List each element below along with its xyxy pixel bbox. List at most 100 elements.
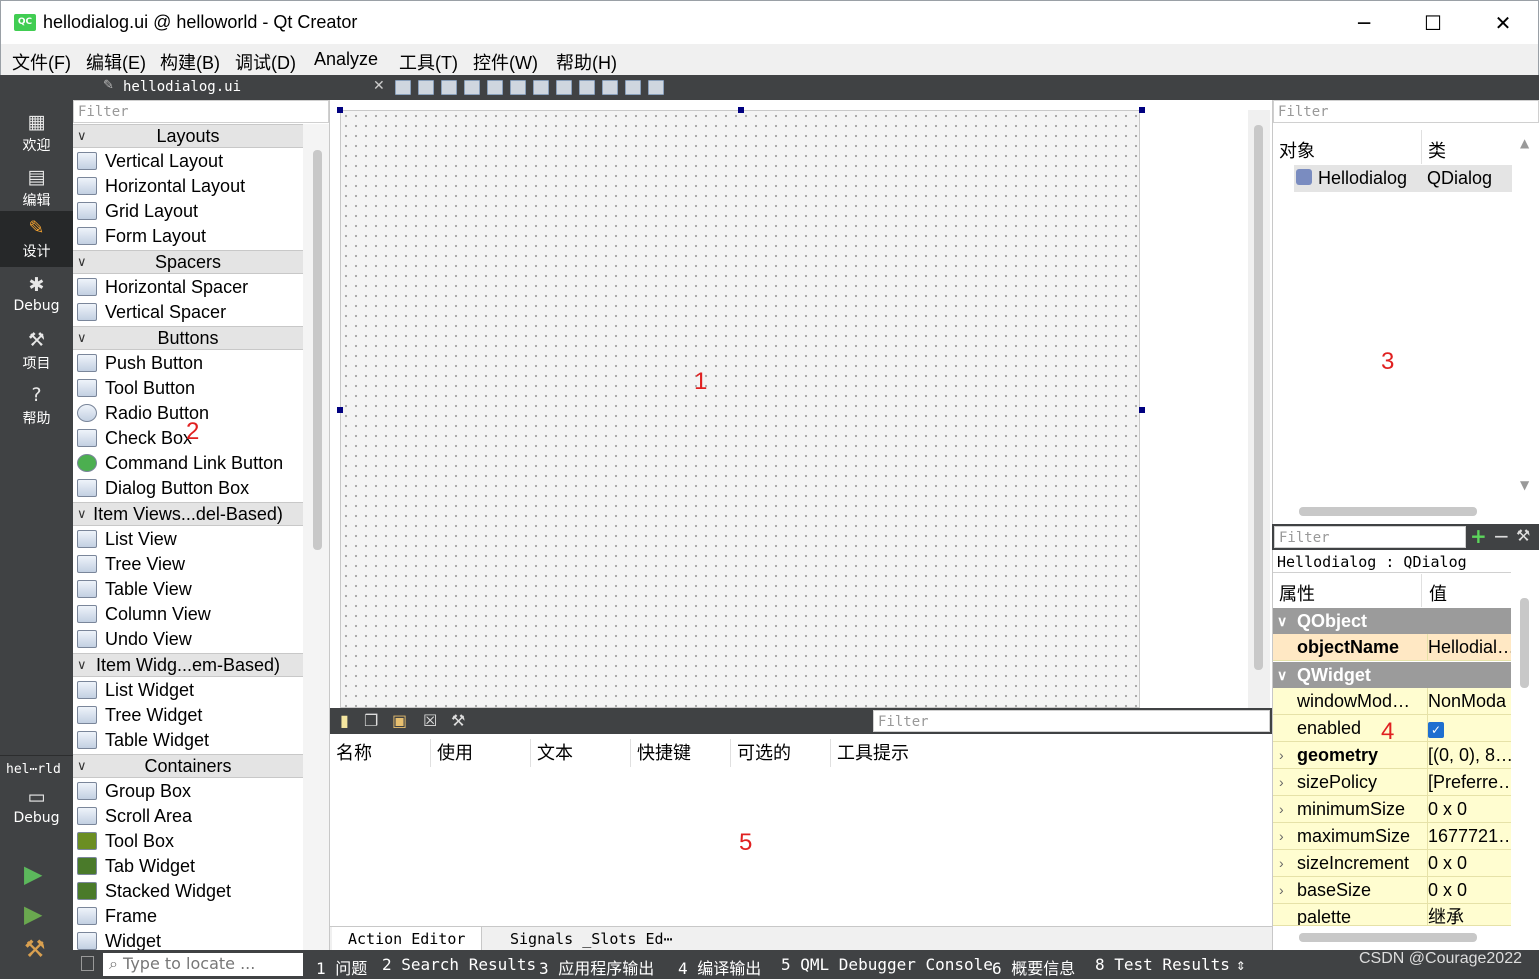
category-containers[interactable]: ∨ Containers [73, 754, 303, 778]
layout-splitter-v-icon[interactable] [556, 80, 572, 95]
column-header[interactable]: 快捷键 [630, 739, 691, 767]
property-row[interactable]: › sizePolicy [Preferre… [1273, 769, 1511, 796]
kit-selector[interactable]: ▭ Debug [0, 780, 73, 836]
layout-splitter-h-icon[interactable] [533, 80, 549, 95]
object-row[interactable]: Hellodialog QDialog [1294, 165, 1512, 192]
scroll-up-icon[interactable]: ▲ [1520, 136, 1529, 150]
pane-test-results[interactable]: 8 Test Results [1095, 955, 1230, 974]
property-hscrollbar[interactable] [1299, 933, 1477, 942]
layout-form-icon[interactable] [579, 80, 595, 95]
adjust-size-icon[interactable] [648, 80, 664, 95]
category-spacers[interactable]: ∨ Spacers [73, 250, 303, 274]
mode-debug[interactable]: ✱ Debug [0, 268, 73, 324]
menu-analyze[interactable]: Analyze [314, 49, 378, 70]
pane-app-output[interactable]: 3 应用程序输出 [539, 955, 654, 979]
action-filter-input[interactable]: Filter [873, 710, 1270, 732]
column-header-object[interactable]: 对象 [1279, 137, 1315, 163]
widget-item[interactable]: Tool Box [77, 829, 174, 854]
column-header[interactable]: 文本 [530, 739, 573, 767]
minimize-button[interactable]: ─ [1329, 1, 1399, 45]
chevron-right-icon[interactable]: › [1279, 796, 1284, 822]
widget-item[interactable]: Table View [77, 577, 192, 602]
form-scrollbar[interactable] [1254, 125, 1263, 670]
enabled-checkbox[interactable]: ✓ [1428, 722, 1444, 738]
category-buttons[interactable]: ∨ Buttons [73, 326, 303, 350]
column-header-value[interactable]: 值 [1429, 580, 1447, 606]
menu-tools[interactable]: 工具(T) [399, 49, 458, 75]
property-row[interactable]: windowMod… NonModa [1273, 688, 1511, 715]
widget-item[interactable]: List Widget [77, 678, 194, 703]
column-header[interactable]: 名称 [330, 739, 372, 767]
widget-item[interactable]: Check Box [77, 426, 192, 451]
edit-signals-icon[interactable] [418, 80, 434, 95]
tab-action-editor[interactable]: Action Editor [332, 927, 483, 951]
widget-item[interactable]: Horizontal Layout [77, 174, 245, 199]
widget-item[interactable]: Tab Widget [77, 854, 195, 879]
widget-item[interactable]: Horizontal Spacer [77, 275, 248, 300]
mode-help[interactable]: ? 帮助 [0, 378, 73, 434]
configure-icon[interactable]: ⚒ [451, 711, 465, 730]
column-header[interactable]: 使用 [430, 739, 473, 767]
resize-handle[interactable] [1139, 407, 1145, 413]
column-header-property[interactable]: 属性 [1279, 580, 1315, 606]
category-item-views[interactable]: ∨ Item Views...del-Based) [73, 502, 303, 526]
new-action-icon[interactable]: ▮ [340, 711, 349, 730]
column-header-class[interactable]: 类 [1428, 137, 1446, 163]
paste-action-icon[interactable]: ▣ [392, 711, 407, 730]
widget-item[interactable]: Command Link Button [77, 451, 283, 476]
layout-horizontal-icon[interactable] [487, 80, 503, 95]
widget-item[interactable]: Scroll Area [77, 804, 192, 829]
maximize-button[interactable]: ☐ [1398, 1, 1468, 45]
menu-edit[interactable]: 编辑(E) [86, 49, 146, 75]
property-row[interactable]: palette 继承 [1273, 904, 1511, 926]
property-value[interactable]: Hellodial… [1427, 634, 1511, 660]
widget-item[interactable]: Form Layout [77, 224, 206, 249]
object-hscrollbar[interactable] [1299, 507, 1477, 516]
property-row[interactable]: › sizeIncrement 0 x 0 [1273, 850, 1511, 877]
property-value[interactable]: [(0, 0), 8… [1427, 742, 1511, 768]
locator-input[interactable]: ⌕ Type to locate ... [103, 953, 303, 976]
widget-item[interactable]: Tool Button [77, 376, 195, 401]
mode-edit[interactable]: ▤ 编辑 [0, 160, 73, 216]
widget-filter-input[interactable]: Filter [73, 100, 329, 123]
dialog-canvas[interactable] [340, 110, 1140, 708]
break-layout-icon[interactable] [625, 80, 641, 95]
edit-tab-order-icon[interactable] [464, 80, 480, 95]
resize-handle[interactable] [337, 407, 343, 413]
pane-search-results[interactable]: 2 Search Results [382, 955, 536, 974]
property-value[interactable]: ✓ [1427, 715, 1511, 741]
widget-item[interactable]: Vertical Layout [77, 149, 223, 174]
file-tab[interactable]: hellodialog.ui [123, 79, 241, 95]
pane-compile-output[interactable]: 4 编译输出 [678, 955, 761, 979]
debug-run-icon[interactable]: ▶ [24, 900, 42, 928]
property-value[interactable]: NonModa [1427, 688, 1511, 714]
widget-item[interactable]: Grid Layout [77, 199, 198, 224]
menu-widgets[interactable]: 控件(W) [473, 49, 538, 75]
property-value[interactable]: 1677721… [1427, 823, 1511, 849]
property-row[interactable]: › baseSize 0 x 0 [1273, 877, 1511, 904]
run-icon[interactable]: ▶ [24, 860, 42, 888]
widget-item[interactable]: Frame [77, 904, 157, 929]
configure-icon[interactable]: ⚒ [1516, 526, 1530, 545]
pane-issues[interactable]: 1 问题 [316, 955, 367, 979]
property-group-qwidget[interactable]: ∨ QWidget [1273, 662, 1511, 688]
column-header[interactable]: 工具提示 [830, 739, 909, 767]
chevron-right-icon[interactable]: › [1279, 823, 1284, 849]
close-file-icon[interactable]: ✕ [373, 78, 385, 94]
property-scrollbar[interactable] [1520, 598, 1529, 688]
close-button[interactable]: ✕ [1468, 1, 1538, 45]
remove-property-icon[interactable]: − [1493, 524, 1510, 548]
widget-item[interactable]: Column View [77, 602, 211, 627]
menu-file[interactable]: 文件(F) [12, 49, 71, 75]
menu-debug[interactable]: 调试(D) [235, 49, 296, 75]
widget-item[interactable]: Dialog Button Box [77, 476, 249, 501]
widget-item[interactable]: Undo View [77, 627, 192, 652]
delete-action-icon[interactable]: ☒ [423, 711, 437, 730]
resize-handle[interactable] [337, 107, 343, 113]
resize-handle[interactable] [738, 107, 744, 113]
property-row[interactable]: › maximumSize 1677721… [1273, 823, 1511, 850]
column-header[interactable]: 可选的 [730, 739, 791, 767]
widget-item[interactable]: List View [77, 527, 177, 552]
category-item-widgets[interactable]: ∨ Item Widg...em-Based) [73, 653, 303, 677]
property-row[interactable]: › geometry [(0, 0), 8… [1273, 742, 1511, 769]
